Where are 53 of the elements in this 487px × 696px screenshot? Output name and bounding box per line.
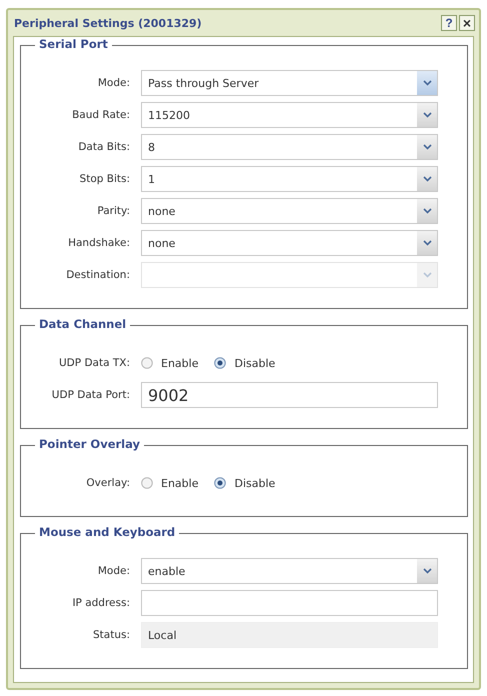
dropdown-arrow-button[interactable] bbox=[417, 199, 437, 223]
chevron-down-icon bbox=[422, 112, 432, 118]
chevron-down-icon bbox=[422, 176, 432, 182]
chevron-down-icon bbox=[422, 80, 432, 86]
field-label: Parity: bbox=[96, 205, 130, 217]
radio-option[interactable]: Disable bbox=[214, 476, 276, 490]
group-title: Mouse and Keyboard bbox=[35, 525, 180, 539]
dropdown[interactable]: 115200 bbox=[141, 102, 438, 128]
radio-circle-icon bbox=[141, 357, 153, 369]
close-button[interactable]: × bbox=[459, 15, 475, 31]
dropdown[interactable]: Pass through Server bbox=[141, 70, 438, 96]
field-label: Baud Rate: bbox=[71, 109, 130, 121]
status-field: Local bbox=[141, 622, 438, 648]
field-label: Destination: bbox=[65, 269, 130, 281]
input-field[interactable] bbox=[141, 590, 438, 616]
chevron-down-icon bbox=[422, 240, 432, 246]
dropdown[interactable]: enable bbox=[141, 558, 438, 584]
input-field[interactable]: 9002 bbox=[141, 382, 438, 408]
field-label: Handshake: bbox=[67, 237, 130, 249]
radio-circle-icon bbox=[141, 477, 153, 489]
group-title: Serial Port bbox=[35, 37, 112, 51]
field-label: Overlay: bbox=[85, 477, 130, 489]
field-label: Mode: bbox=[96, 565, 130, 577]
dropdown-arrow-button[interactable] bbox=[417, 71, 437, 95]
dropdown[interactable]: 8 bbox=[141, 134, 438, 160]
dropdown[interactable]: 1 bbox=[141, 166, 438, 192]
group-title: Data Channel bbox=[35, 317, 130, 331]
field-label: UDP Data Port: bbox=[50, 389, 130, 401]
chevron-down-icon bbox=[422, 208, 432, 214]
dropdown-arrow-button[interactable] bbox=[417, 167, 437, 191]
dropdown-arrow-button[interactable] bbox=[417, 103, 437, 127]
radio-circle-icon bbox=[214, 357, 226, 369]
dropdown[interactable]: none bbox=[141, 198, 438, 224]
field-label: Data Bits: bbox=[77, 141, 130, 153]
dropdown-arrow-button[interactable] bbox=[417, 231, 437, 255]
dropdown[interactable]: none bbox=[141, 230, 438, 256]
radio-option[interactable]: Enable bbox=[141, 476, 198, 490]
field-label: UDP Data TX: bbox=[58, 357, 130, 369]
radio-option[interactable]: Enable bbox=[141, 356, 198, 370]
dropdown-arrow-button[interactable] bbox=[417, 135, 437, 159]
field-label: IP address: bbox=[71, 597, 130, 609]
help-button[interactable]: ? bbox=[441, 15, 457, 31]
dropdown-arrow-button[interactable] bbox=[417, 559, 437, 583]
window-title: Peripheral Settings (2001329) bbox=[14, 16, 203, 30]
chevron-down-icon bbox=[422, 272, 432, 278]
chevron-down-icon bbox=[422, 568, 432, 574]
radio-circle-icon bbox=[214, 477, 226, 489]
field-label: Mode: bbox=[96, 77, 130, 89]
group-title: Pointer Overlay bbox=[35, 437, 144, 451]
radio-option[interactable]: Disable bbox=[214, 356, 276, 370]
field-label: Status: bbox=[92, 629, 130, 641]
field-label: Stop Bits: bbox=[78, 173, 130, 185]
chevron-down-icon bbox=[422, 144, 432, 150]
